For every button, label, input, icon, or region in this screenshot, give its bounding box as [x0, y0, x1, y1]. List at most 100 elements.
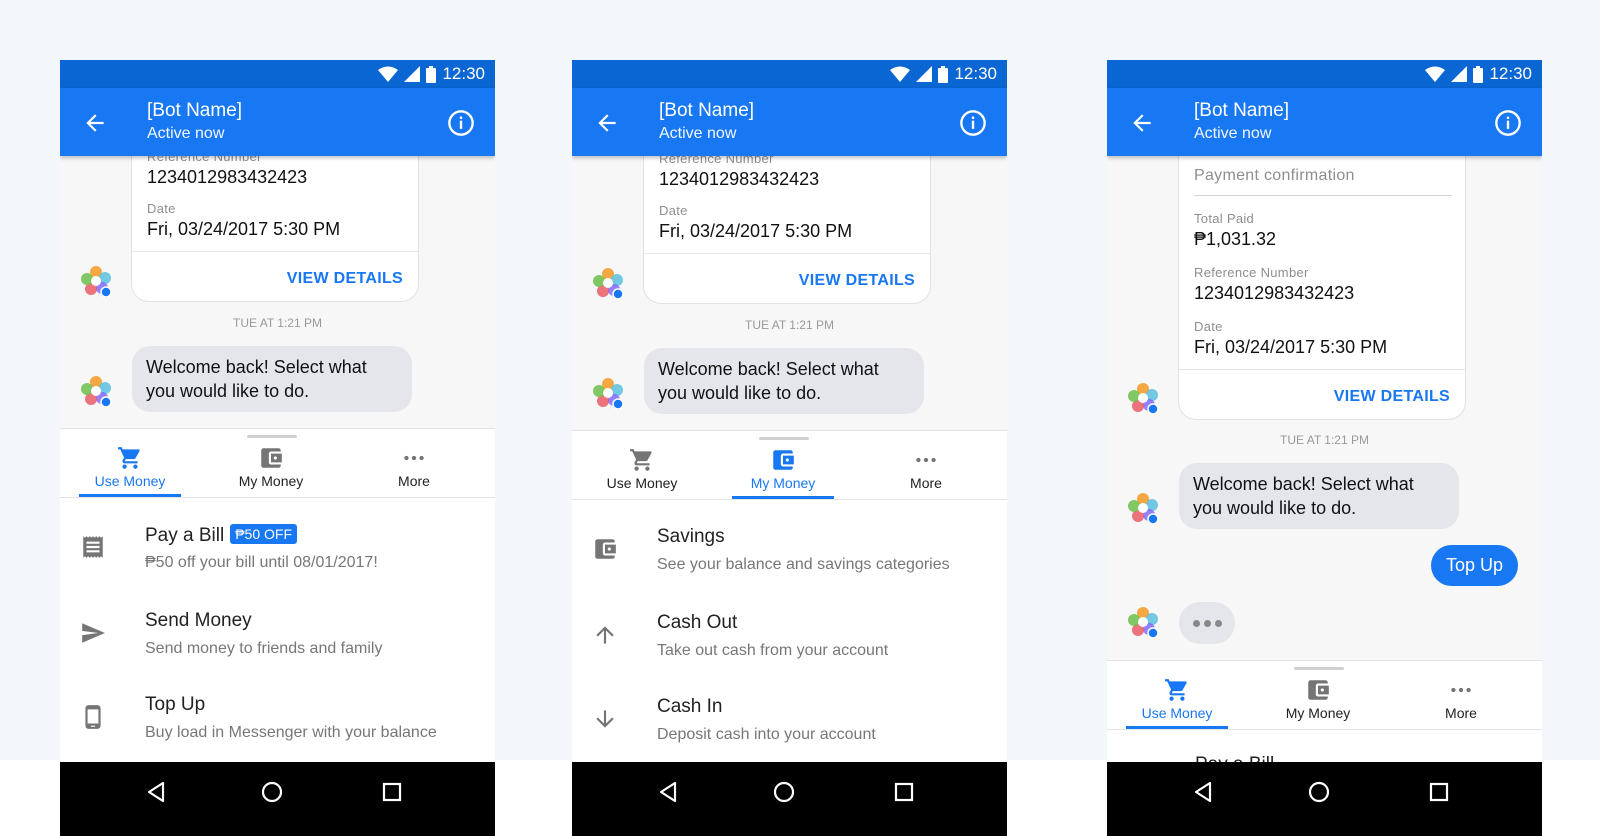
tab-my-money[interactable]: My Money — [220, 429, 322, 497]
bot-avatar-icon — [1128, 383, 1159, 414]
cart-icon — [118, 447, 140, 469]
chat-thread: Reference Number 1234012983432423 Date F… — [572, 156, 1007, 430]
menu-item-cash-in[interactable]: Cash In Deposit cash into your account — [572, 682, 1007, 767]
tab-more[interactable]: More — [875, 431, 977, 499]
view-details-button[interactable]: VIEW DETAILS — [1334, 388, 1450, 406]
tab-my-money[interactable]: My Money — [732, 431, 834, 499]
menu-item-title: Cash In — [657, 696, 723, 717]
home-circle-icon[interactable] — [1307, 780, 1331, 804]
receipt-card: Reference Number 1234012983432423 Date F… — [131, 156, 419, 302]
cart-icon — [630, 449, 652, 471]
user-message-bubble: Top Up — [1430, 545, 1518, 586]
info-icon[interactable] — [447, 109, 475, 137]
recents-square-icon[interactable] — [1427, 780, 1451, 804]
phone-screen-top-up-reply: 12:30 [Bot Name] Active now Payment conf… — [1107, 60, 1542, 836]
bot-message-bubble: Welcome back! Select what you would like… — [644, 348, 924, 414]
menu-item-savings[interactable]: Savings See your balance and savings cat… — [572, 512, 1007, 597]
menu-item-pay-a-bill[interactable]: Pay a Bill ₱50 OFF ₱50 off your bill unti… — [60, 510, 495, 595]
bot-name: [Bot Name] — [147, 100, 243, 121]
typing-dot — [1192, 619, 1200, 627]
back-triangle-icon[interactable] — [1191, 780, 1215, 804]
discount-badge: ₱50 OFF — [230, 524, 297, 544]
arrow-down-icon — [596, 710, 614, 728]
menu-item-title: Cash Out — [657, 612, 738, 633]
ref-value: 1234012983432423 — [1194, 283, 1355, 303]
home-circle-icon[interactable] — [772, 780, 796, 804]
message-timestamp: TUE AT 1:21 PM — [233, 316, 322, 330]
recents-square-icon[interactable] — [380, 780, 404, 804]
menu-item-subtitle: See your balance and savings categories — [657, 556, 950, 573]
status-time: 12:30 — [954, 64, 997, 83]
phone-icon — [85, 705, 101, 729]
status-time: 12:30 — [1489, 64, 1532, 83]
message-timestamp: TUE AT 1:21 PM — [745, 318, 834, 332]
menu-item-title: Top Up — [145, 694, 206, 715]
ref-label: Reference Number — [659, 156, 774, 166]
menu-item-top-up[interactable]: Top Up Buy load in Messenger with your b… — [60, 680, 495, 765]
menu-item-title: Pay a Bill ₱50 OFF — [145, 524, 297, 547]
menu-item-title: Send Money — [145, 610, 252, 631]
tab-label: My Money — [238, 473, 304, 489]
bot-avatar-icon — [1128, 493, 1159, 524]
typing-dot — [1203, 619, 1211, 627]
recents-square-icon[interactable] — [892, 780, 916, 804]
active-status: Active now — [147, 125, 225, 142]
total-value: ₱1,031.32 — [1194, 229, 1277, 249]
menu-item-cash-out[interactable]: Cash Out Take out cash from your account — [572, 598, 1007, 683]
bot-avatar-icon — [81, 266, 112, 297]
bot-name: [Bot Name] — [1194, 100, 1290, 121]
back-triangle-icon[interactable] — [144, 780, 168, 804]
ref-label: Reference Number — [1194, 265, 1309, 280]
date-label: Date — [1194, 319, 1223, 334]
tab-label: My Money — [750, 475, 816, 491]
view-details-button[interactable]: VIEW DETAILS — [799, 272, 915, 290]
status-bar: 12:30 — [60, 60, 495, 88]
receipt-divider — [644, 253, 930, 254]
app-bar: [Bot Name] Active now — [1107, 88, 1542, 156]
tab-more[interactable]: More — [363, 429, 465, 497]
info-icon[interactable] — [959, 109, 987, 137]
menu-tab-bar: Use Money My Money More — [1107, 660, 1542, 730]
receipt-header: Payment confirmation — [1194, 167, 1355, 184]
cart-icon — [1165, 679, 1187, 701]
tab-more[interactable]: More — [1410, 661, 1512, 729]
tab-use-money[interactable]: Use Money — [1126, 661, 1228, 729]
bot-message-bubble: Welcome back! Select what you would like… — [132, 346, 412, 412]
bot-avatar-icon — [1128, 607, 1159, 638]
typing-dot — [1214, 619, 1222, 627]
back-triangle-icon[interactable] — [656, 780, 680, 804]
total-label: Total Paid — [1194, 211, 1255, 226]
menu-item-subtitle: Send money to friends and family — [145, 640, 383, 657]
receipt-header-divider — [1194, 195, 1452, 196]
tab-my-money[interactable]: My Money — [1267, 661, 1369, 729]
tab-use-money[interactable]: Use Money — [79, 429, 181, 497]
phone-screen-use-money: 12:30 [Bot Name] Active now Reference Nu… — [60, 60, 495, 836]
signal-icon — [404, 66, 421, 82]
android-nav-bar — [60, 762, 495, 836]
menu-tab-bar: Use Money My Money More — [60, 428, 495, 498]
menu-tab-bar: Use Money My Money More — [572, 430, 1007, 500]
arrow-left-icon[interactable] — [1129, 110, 1155, 136]
ref-label: Reference Number — [147, 156, 262, 164]
send-icon — [82, 623, 105, 643]
app-bar: [Bot Name] Active now — [572, 88, 1007, 156]
arrow-left-icon[interactable] — [82, 110, 108, 136]
date-value: Fri, 03/24/2017 5:30 PM — [659, 221, 853, 241]
more-icon — [1451, 687, 1471, 693]
date-label: Date — [659, 203, 688, 218]
arrow-left-icon[interactable] — [594, 110, 620, 136]
info-icon[interactable] — [1494, 109, 1522, 137]
home-circle-icon[interactable] — [260, 780, 284, 804]
view-details-button[interactable]: VIEW DETAILS — [287, 270, 403, 288]
signal-icon — [916, 66, 933, 82]
my-money-menu: Savings See your balance and savings cat… — [572, 500, 1007, 762]
wifi-icon — [1425, 66, 1446, 82]
date-value: Fri, 03/24/2017 5:30 PM — [147, 219, 341, 239]
more-icon — [916, 457, 936, 463]
status-bar: 12:30 — [1107, 60, 1542, 88]
tab-label: Use Money — [1141, 705, 1213, 721]
tab-label: More — [910, 475, 942, 491]
ref-value: 1234012983432423 — [659, 169, 820, 189]
menu-item-send-money[interactable]: Send Money Send money to friends and fam… — [60, 596, 495, 681]
tab-use-money[interactable]: Use Money — [591, 431, 693, 499]
